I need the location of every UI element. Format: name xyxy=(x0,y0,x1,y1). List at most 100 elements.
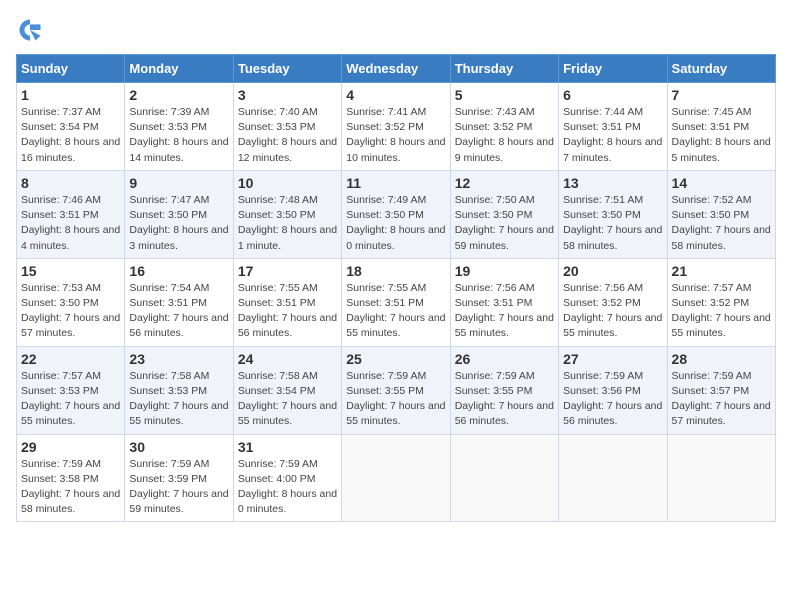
day-detail: Sunrise: 7:56 AMSunset: 3:52 PMDaylight:… xyxy=(563,282,662,340)
day-number: 13 xyxy=(563,175,662,191)
day-number: 26 xyxy=(455,351,554,367)
calendar-cell: 7 Sunrise: 7:45 AMSunset: 3:51 PMDayligh… xyxy=(667,83,775,171)
day-number: 10 xyxy=(238,175,337,191)
day-detail: Sunrise: 7:59 AMSunset: 3:55 PMDaylight:… xyxy=(455,370,554,428)
calendar-week-row: 8 Sunrise: 7:46 AMSunset: 3:51 PMDayligh… xyxy=(17,170,776,258)
day-number: 11 xyxy=(346,175,445,191)
day-detail: Sunrise: 7:48 AMSunset: 3:50 PMDaylight:… xyxy=(238,194,337,252)
calendar-cell: 22 Sunrise: 7:57 AMSunset: 3:53 PMDaylig… xyxy=(17,346,125,434)
day-detail: Sunrise: 7:53 AMSunset: 3:50 PMDaylight:… xyxy=(21,282,120,340)
day-number: 28 xyxy=(672,351,771,367)
day-number: 14 xyxy=(672,175,771,191)
calendar-cell: 6 Sunrise: 7:44 AMSunset: 3:51 PMDayligh… xyxy=(559,83,667,171)
calendar-cell: 30 Sunrise: 7:59 AMSunset: 3:59 PMDaylig… xyxy=(125,434,233,522)
day-detail: Sunrise: 7:59 AMSunset: 3:55 PMDaylight:… xyxy=(346,370,445,428)
day-number: 21 xyxy=(672,263,771,279)
day-detail: Sunrise: 7:59 AMSunset: 3:57 PMDaylight:… xyxy=(672,370,771,428)
day-number: 20 xyxy=(563,263,662,279)
day-detail: Sunrise: 7:55 AMSunset: 3:51 PMDaylight:… xyxy=(238,282,337,340)
logo xyxy=(16,16,48,44)
calendar-week-row: 29 Sunrise: 7:59 AMSunset: 3:58 PMDaylig… xyxy=(17,434,776,522)
calendar-cell: 21 Sunrise: 7:57 AMSunset: 3:52 PMDaylig… xyxy=(667,258,775,346)
day-header-sunday: Sunday xyxy=(17,55,125,83)
day-detail: Sunrise: 7:51 AMSunset: 3:50 PMDaylight:… xyxy=(563,194,662,252)
calendar-week-row: 1 Sunrise: 7:37 AMSunset: 3:54 PMDayligh… xyxy=(17,83,776,171)
day-number: 15 xyxy=(21,263,120,279)
day-number: 12 xyxy=(455,175,554,191)
day-number: 19 xyxy=(455,263,554,279)
day-detail: Sunrise: 7:37 AMSunset: 3:54 PMDaylight:… xyxy=(21,106,120,164)
calendar-cell xyxy=(667,434,775,522)
calendar-cell: 9 Sunrise: 7:47 AMSunset: 3:50 PMDayligh… xyxy=(125,170,233,258)
calendar-week-row: 15 Sunrise: 7:53 AMSunset: 3:50 PMDaylig… xyxy=(17,258,776,346)
day-header-wednesday: Wednesday xyxy=(342,55,450,83)
day-detail: Sunrise: 7:54 AMSunset: 3:51 PMDaylight:… xyxy=(129,282,228,340)
day-header-saturday: Saturday xyxy=(667,55,775,83)
day-detail: Sunrise: 7:39 AMSunset: 3:53 PMDaylight:… xyxy=(129,106,228,164)
logo-icon xyxy=(16,16,44,44)
calendar-table: SundayMondayTuesdayWednesdayThursdayFrid… xyxy=(16,54,776,522)
calendar-cell: 27 Sunrise: 7:59 AMSunset: 3:56 PMDaylig… xyxy=(559,346,667,434)
header xyxy=(16,16,776,44)
day-detail: Sunrise: 7:59 AMSunset: 4:00 PMDaylight:… xyxy=(238,458,337,516)
day-number: 4 xyxy=(346,87,445,103)
calendar-cell: 23 Sunrise: 7:58 AMSunset: 3:53 PMDaylig… xyxy=(125,346,233,434)
calendar-cell: 11 Sunrise: 7:49 AMSunset: 3:50 PMDaylig… xyxy=(342,170,450,258)
calendar-cell xyxy=(342,434,450,522)
calendar-cell: 10 Sunrise: 7:48 AMSunset: 3:50 PMDaylig… xyxy=(233,170,341,258)
calendar-cell: 28 Sunrise: 7:59 AMSunset: 3:57 PMDaylig… xyxy=(667,346,775,434)
calendar-cell: 13 Sunrise: 7:51 AMSunset: 3:50 PMDaylig… xyxy=(559,170,667,258)
day-number: 30 xyxy=(129,439,228,455)
calendar-cell: 4 Sunrise: 7:41 AMSunset: 3:52 PMDayligh… xyxy=(342,83,450,171)
calendar-cell: 31 Sunrise: 7:59 AMSunset: 4:00 PMDaylig… xyxy=(233,434,341,522)
calendar-cell: 18 Sunrise: 7:55 AMSunset: 3:51 PMDaylig… xyxy=(342,258,450,346)
day-number: 22 xyxy=(21,351,120,367)
day-number: 9 xyxy=(129,175,228,191)
day-number: 29 xyxy=(21,439,120,455)
day-detail: Sunrise: 7:43 AMSunset: 3:52 PMDaylight:… xyxy=(455,106,554,164)
calendar-cell: 12 Sunrise: 7:50 AMSunset: 3:50 PMDaylig… xyxy=(450,170,558,258)
day-detail: Sunrise: 7:59 AMSunset: 3:58 PMDaylight:… xyxy=(21,458,120,516)
day-header-monday: Monday xyxy=(125,55,233,83)
day-detail: Sunrise: 7:49 AMSunset: 3:50 PMDaylight:… xyxy=(346,194,445,252)
day-number: 25 xyxy=(346,351,445,367)
day-number: 24 xyxy=(238,351,337,367)
day-detail: Sunrise: 7:57 AMSunset: 3:53 PMDaylight:… xyxy=(21,370,120,428)
day-number: 17 xyxy=(238,263,337,279)
calendar-cell: 5 Sunrise: 7:43 AMSunset: 3:52 PMDayligh… xyxy=(450,83,558,171)
calendar-cell: 25 Sunrise: 7:59 AMSunset: 3:55 PMDaylig… xyxy=(342,346,450,434)
calendar-cell: 1 Sunrise: 7:37 AMSunset: 3:54 PMDayligh… xyxy=(17,83,125,171)
day-detail: Sunrise: 7:40 AMSunset: 3:53 PMDaylight:… xyxy=(238,106,337,164)
day-detail: Sunrise: 7:50 AMSunset: 3:50 PMDaylight:… xyxy=(455,194,554,252)
day-number: 1 xyxy=(21,87,120,103)
calendar-header-row: SundayMondayTuesdayWednesdayThursdayFrid… xyxy=(17,55,776,83)
calendar-cell xyxy=(450,434,558,522)
day-number: 18 xyxy=(346,263,445,279)
day-header-friday: Friday xyxy=(559,55,667,83)
day-number: 3 xyxy=(238,87,337,103)
day-detail: Sunrise: 7:41 AMSunset: 3:52 PMDaylight:… xyxy=(346,106,445,164)
day-number: 31 xyxy=(238,439,337,455)
calendar-cell: 3 Sunrise: 7:40 AMSunset: 3:53 PMDayligh… xyxy=(233,83,341,171)
day-number: 7 xyxy=(672,87,771,103)
day-detail: Sunrise: 7:47 AMSunset: 3:50 PMDaylight:… xyxy=(129,194,228,252)
calendar-cell: 26 Sunrise: 7:59 AMSunset: 3:55 PMDaylig… xyxy=(450,346,558,434)
day-number: 6 xyxy=(563,87,662,103)
day-detail: Sunrise: 7:46 AMSunset: 3:51 PMDaylight:… xyxy=(21,194,120,252)
day-detail: Sunrise: 7:45 AMSunset: 3:51 PMDaylight:… xyxy=(672,106,771,164)
calendar-cell: 14 Sunrise: 7:52 AMSunset: 3:50 PMDaylig… xyxy=(667,170,775,258)
day-detail: Sunrise: 7:59 AMSunset: 3:56 PMDaylight:… xyxy=(563,370,662,428)
day-number: 23 xyxy=(129,351,228,367)
calendar-cell: 17 Sunrise: 7:55 AMSunset: 3:51 PMDaylig… xyxy=(233,258,341,346)
day-number: 16 xyxy=(129,263,228,279)
day-detail: Sunrise: 7:56 AMSunset: 3:51 PMDaylight:… xyxy=(455,282,554,340)
calendar-cell: 20 Sunrise: 7:56 AMSunset: 3:52 PMDaylig… xyxy=(559,258,667,346)
calendar-cell: 2 Sunrise: 7:39 AMSunset: 3:53 PMDayligh… xyxy=(125,83,233,171)
day-header-thursday: Thursday xyxy=(450,55,558,83)
day-detail: Sunrise: 7:44 AMSunset: 3:51 PMDaylight:… xyxy=(563,106,662,164)
day-number: 8 xyxy=(21,175,120,191)
calendar-cell: 16 Sunrise: 7:54 AMSunset: 3:51 PMDaylig… xyxy=(125,258,233,346)
day-number: 27 xyxy=(563,351,662,367)
day-detail: Sunrise: 7:59 AMSunset: 3:59 PMDaylight:… xyxy=(129,458,228,516)
day-detail: Sunrise: 7:58 AMSunset: 3:54 PMDaylight:… xyxy=(238,370,337,428)
